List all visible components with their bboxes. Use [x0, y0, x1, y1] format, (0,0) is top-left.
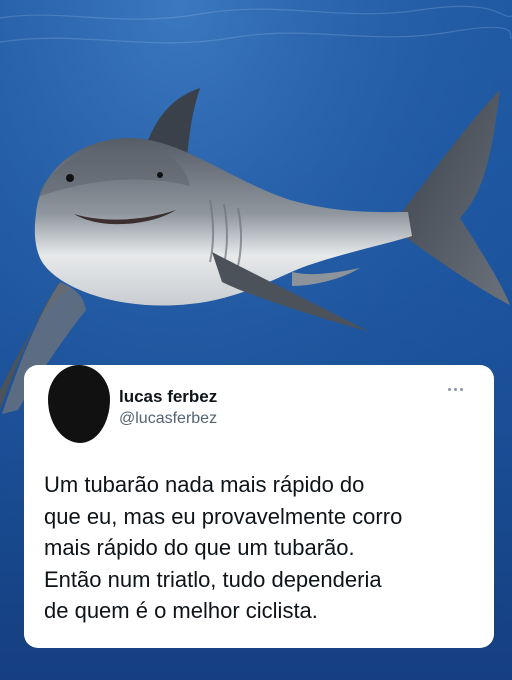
- ellipsis-dot: [460, 387, 463, 391]
- shark-eye: [66, 174, 74, 182]
- tweet-text: Um tubarão nada mais rápido do que eu, m…: [44, 472, 403, 623]
- author-name[interactable]: lucas ferbez: [119, 387, 217, 407]
- author-handle[interactable]: @lucasferbez: [119, 410, 217, 428]
- ellipsis-dot: [448, 387, 451, 391]
- avatar[interactable]: [48, 365, 110, 443]
- ellipsis-icon[interactable]: [448, 385, 468, 393]
- ellipsis-dot: [454, 387, 457, 391]
- tweet-card: lucas ferbez @lucasferbez Um tubarão nad…: [24, 365, 494, 648]
